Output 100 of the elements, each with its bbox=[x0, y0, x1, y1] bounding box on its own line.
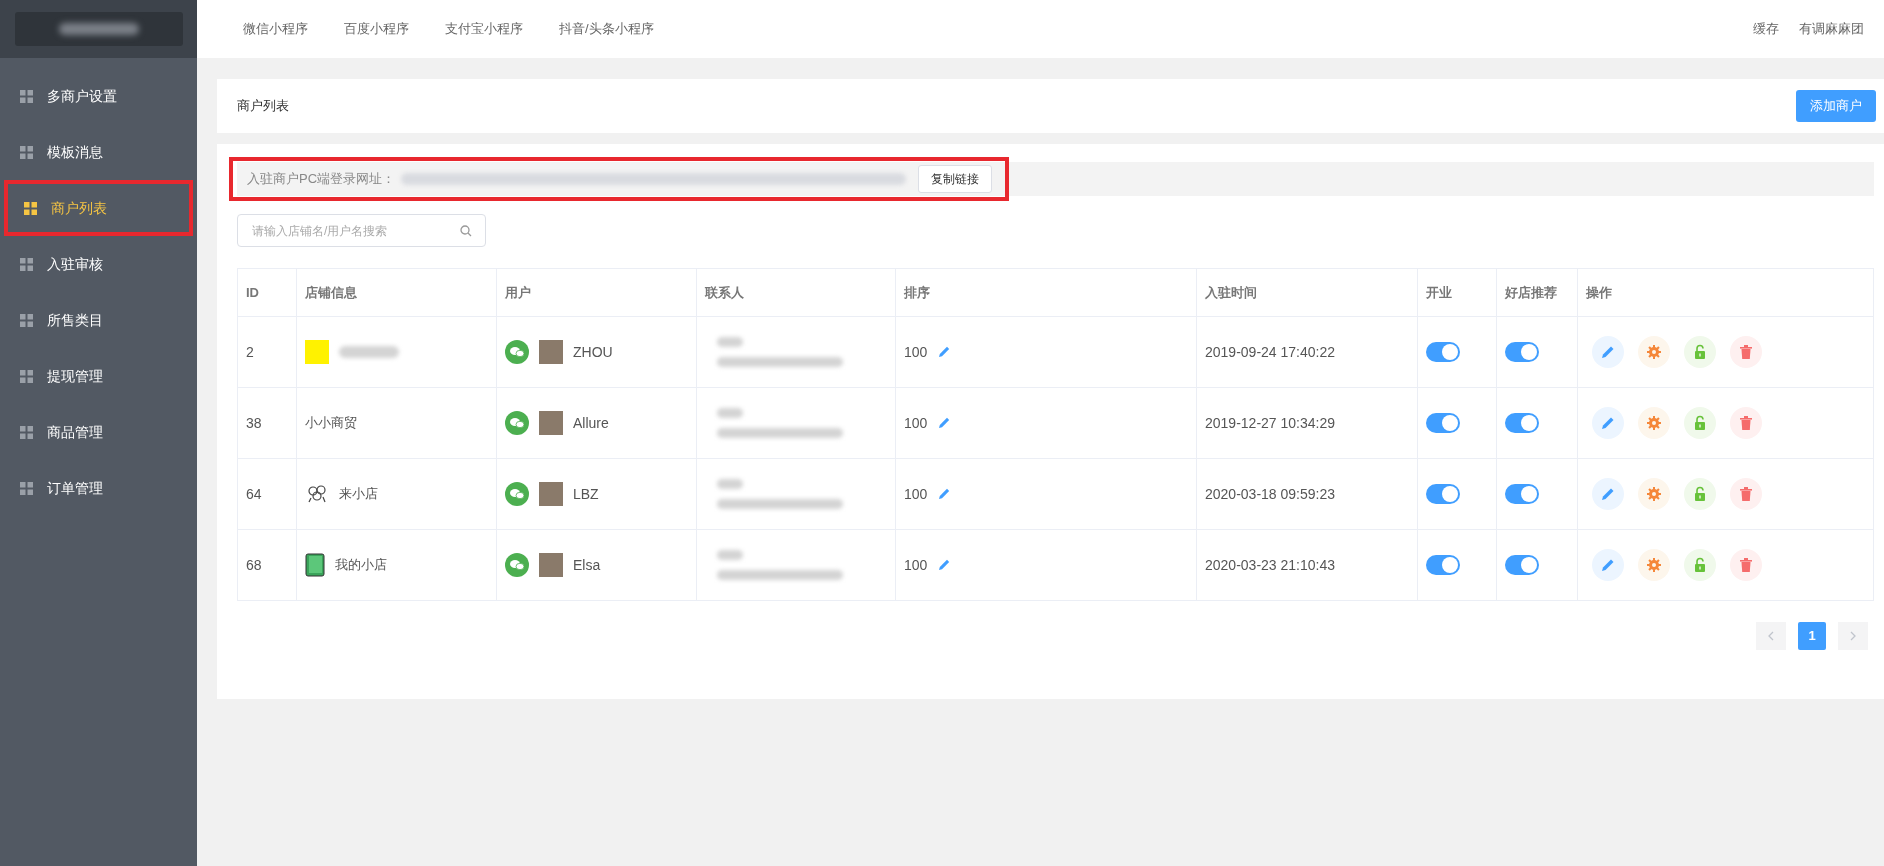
sidebar-item[interactable]: 订单管理 bbox=[0, 460, 197, 516]
nav-tab[interactable]: 支付宝小程序 bbox=[427, 19, 541, 39]
delete-icon bbox=[1738, 486, 1754, 502]
sidebar-item[interactable]: 多商户设置 bbox=[0, 68, 197, 124]
edit-icon bbox=[1600, 415, 1616, 431]
redacted-block bbox=[717, 479, 743, 489]
unlock-icon bbox=[1692, 486, 1708, 502]
id-cell: 38 bbox=[246, 414, 262, 431]
id-cell: 64 bbox=[246, 485, 262, 502]
join-time: 2019-09-24 17:40:22 bbox=[1205, 343, 1335, 360]
column-header: 排序 bbox=[895, 268, 1197, 317]
chevron-left-icon bbox=[1768, 631, 1774, 641]
edit-button[interactable] bbox=[1592, 478, 1624, 510]
pencil-icon[interactable] bbox=[937, 416, 952, 430]
nav-tab[interactable]: 抖音/头条小程序 bbox=[541, 19, 672, 39]
avatar-placeholder bbox=[539, 553, 563, 577]
book-icon bbox=[305, 553, 325, 577]
store-name: 小小商贸 bbox=[305, 414, 357, 433]
sidebar-item[interactable]: 提现管理 bbox=[0, 348, 197, 404]
settings-button[interactable] bbox=[1638, 549, 1670, 581]
column-header: 联系人 bbox=[696, 268, 896, 317]
open-switch[interactable] bbox=[1426, 342, 1460, 362]
wechat-icon bbox=[505, 553, 529, 577]
delete-button[interactable] bbox=[1730, 407, 1762, 439]
redacted-block bbox=[717, 337, 743, 347]
url-label: 入驻商户PC端登录网址： bbox=[247, 170, 396, 189]
nav-tab[interactable]: 百度小程序 bbox=[326, 19, 427, 39]
recommend-switch[interactable] bbox=[1505, 555, 1539, 575]
delete-icon bbox=[1738, 557, 1754, 573]
join-time: 2020-03-23 21:10:43 bbox=[1205, 556, 1335, 573]
column-header: ID bbox=[237, 268, 297, 317]
column-header: 用户 bbox=[496, 268, 697, 317]
redacted-block bbox=[717, 550, 743, 560]
sort-value: 100 bbox=[904, 555, 928, 575]
user-name: Elsa bbox=[573, 555, 601, 575]
copy-link-button[interactable]: 复制链接 bbox=[918, 165, 993, 193]
settings-button[interactable] bbox=[1638, 478, 1670, 510]
recommend-switch[interactable] bbox=[1505, 484, 1539, 504]
sidebar-item[interactable]: 模板消息 bbox=[0, 124, 197, 180]
edit-icon bbox=[1600, 486, 1616, 502]
open-switch[interactable] bbox=[1426, 555, 1460, 575]
grid-icon bbox=[20, 369, 33, 383]
store-logo-icon bbox=[305, 340, 329, 364]
join-time: 2019-12-27 10:34:29 bbox=[1205, 414, 1335, 431]
pencil-icon[interactable] bbox=[937, 558, 952, 572]
sidebar-item[interactable]: 商户列表 bbox=[4, 180, 193, 236]
sidebar-item[interactable]: 商品管理 bbox=[0, 404, 197, 460]
delete-button[interactable] bbox=[1730, 549, 1762, 581]
column-header: 开业 bbox=[1417, 268, 1497, 317]
wechat-icon bbox=[505, 411, 529, 435]
unlock-button[interactable] bbox=[1684, 336, 1716, 368]
open-switch[interactable] bbox=[1426, 484, 1460, 504]
search-icon bbox=[460, 225, 472, 237]
column-header: 操作 bbox=[1577, 268, 1874, 317]
nav-link[interactable]: 缓存 bbox=[1753, 19, 1779, 39]
settings-icon bbox=[1646, 415, 1662, 431]
settings-button[interactable] bbox=[1638, 336, 1670, 368]
pencil-icon[interactable] bbox=[937, 345, 952, 359]
sidebar-item[interactable]: 入驻审核 bbox=[0, 236, 197, 292]
delete-icon bbox=[1738, 344, 1754, 360]
sort-value: 100 bbox=[904, 413, 928, 433]
grid-icon bbox=[20, 481, 33, 495]
chevron-right-icon bbox=[1850, 631, 1856, 641]
unlock-button[interactable] bbox=[1684, 478, 1716, 510]
delete-icon bbox=[1738, 415, 1754, 431]
redacted-block bbox=[717, 408, 743, 418]
grid-icon bbox=[20, 425, 33, 439]
unlock-icon bbox=[1692, 557, 1708, 573]
avatar-placeholder bbox=[539, 411, 563, 435]
delete-button[interactable] bbox=[1730, 336, 1762, 368]
user-name: ZHOU bbox=[573, 342, 613, 362]
nav-link[interactable]: 有调麻麻团 bbox=[1799, 19, 1864, 39]
join-time: 2020-03-18 09:59:23 bbox=[1205, 485, 1335, 502]
sort-value: 100 bbox=[904, 484, 928, 504]
settings-button[interactable] bbox=[1638, 407, 1670, 439]
user-name: Allure bbox=[573, 413, 609, 433]
recommend-switch[interactable] bbox=[1505, 413, 1539, 433]
nav-tab[interactable]: 微信小程序 bbox=[225, 19, 326, 39]
store-name: 我的小店 bbox=[335, 556, 387, 575]
settings-icon bbox=[1646, 486, 1662, 502]
sidebar-item[interactable]: 所售类目 bbox=[0, 292, 197, 348]
open-switch[interactable] bbox=[1426, 413, 1460, 433]
unlock-button[interactable] bbox=[1684, 407, 1716, 439]
grid-icon bbox=[20, 89, 33, 103]
column-header: 店铺信息 bbox=[296, 268, 497, 317]
search-field[interactable]: 请输入店铺名/用户名搜索 bbox=[237, 214, 486, 247]
edit-icon bbox=[1600, 344, 1616, 360]
pencil-icon[interactable] bbox=[937, 487, 952, 501]
sort-value: 100 bbox=[904, 342, 928, 362]
edit-button[interactable] bbox=[1592, 549, 1624, 581]
settings-icon bbox=[1646, 557, 1662, 573]
delete-button[interactable] bbox=[1730, 478, 1762, 510]
recommend-switch[interactable] bbox=[1505, 342, 1539, 362]
unlock-icon bbox=[1692, 344, 1708, 360]
edit-button[interactable] bbox=[1592, 336, 1624, 368]
wechat-icon bbox=[505, 340, 529, 364]
column-header: 好店推荐 bbox=[1496, 268, 1578, 317]
edit-button[interactable] bbox=[1592, 407, 1624, 439]
unlock-button[interactable] bbox=[1684, 549, 1716, 581]
grid-icon bbox=[20, 145, 33, 159]
